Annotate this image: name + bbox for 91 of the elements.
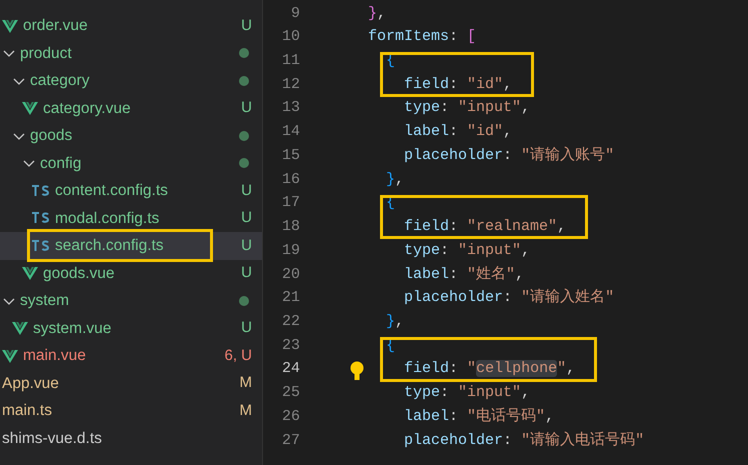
file-name: shims-vue.d.ts (2, 428, 102, 449)
status-dot (239, 130, 249, 141)
tree-row[interactable]: App.vue M (0, 370, 262, 397)
tree-row[interactable]: product (0, 40, 262, 67)
line-number: 15 (280, 146, 300, 166)
line-number: 13 (280, 98, 300, 118)
vue-file-icon (2, 348, 18, 363)
git-status: U (241, 98, 252, 118)
git-status: U (241, 208, 252, 228)
line-number: 19 (280, 240, 300, 261)
tree-row[interactable]: shims-vue.d.ts (0, 424, 262, 452)
tree-row[interactable]: main.vue 6, U (0, 342, 262, 370)
status-dot (239, 76, 249, 86)
ts-file-icon (32, 212, 50, 224)
code-line: }, (368, 4, 386, 24)
ts-file-icon (32, 184, 50, 197)
file-name: order.vue (23, 16, 88, 36)
file-name: main.vue (23, 346, 86, 366)
file-name: system.vue (33, 318, 112, 339)
line-number: 12 (280, 74, 300, 95)
vue-file-icon (2, 18, 18, 33)
git-status: 6, U (224, 346, 252, 366)
vue-file-icon (22, 266, 38, 280)
code-line: placeholder: "请输入电话号码" (403, 430, 644, 451)
code-line: placeholder: "请输入账号" (403, 146, 614, 166)
tree-row[interactable]: modal.config.ts U (0, 204, 262, 232)
code-line: label: "电话号码", (403, 406, 554, 427)
tree-row[interactable]: content.config.ts U (0, 177, 262, 204)
code-line: label: "id", (403, 122, 512, 142)
file-name: modal.config.ts (55, 208, 160, 229)
lightbulb-icon (349, 360, 365, 383)
git-status: U (241, 236, 252, 256)
status-dot (239, 158, 249, 168)
line-number: 17 (280, 193, 300, 214)
file-name: content.config.ts (55, 181, 168, 202)
git-status: U (241, 263, 252, 283)
tree-row[interactable]: category.vue U (0, 94, 262, 122)
line-number: 18 (280, 217, 300, 238)
tree-row[interactable]: goods.vue U (0, 260, 262, 287)
code-line: formItems: [ (368, 27, 476, 48)
line-number: 9 (290, 4, 300, 24)
file-name: category.vue (43, 98, 131, 119)
tree-row[interactable]: category (0, 67, 262, 94)
tree-row[interactable]: goods (0, 122, 262, 150)
code-line: field: "cellphone", (403, 359, 576, 380)
file-name: product (20, 44, 72, 64)
tree-row[interactable]: system (0, 287, 262, 314)
file-name: goods.vue (43, 264, 115, 284)
code-line: }, (385, 170, 404, 190)
vue-file-icon (12, 321, 28, 336)
file-name: config (40, 154, 82, 174)
git-status: U (241, 318, 252, 338)
line-number: 26 (280, 406, 300, 427)
code-line: label: "姓名", (403, 264, 524, 285)
line-number: 10 (280, 27, 300, 48)
status-dot (239, 48, 249, 58)
code-line: placeholder: "请输入姓名" (403, 288, 614, 308)
code-line: type: "input", (403, 98, 530, 118)
line-number: 11 (280, 51, 300, 72)
file-name: goods (30, 126, 72, 146)
code-line: field: "realname", (403, 217, 566, 238)
tree-row[interactable]: main.ts M (0, 397, 262, 424)
ts-file-icon (32, 240, 50, 252)
line-number: 27 (280, 430, 300, 451)
file-name: main.ts (2, 401, 52, 422)
code-line: type: "input", (403, 383, 530, 404)
line-number: 25 (280, 383, 300, 404)
line-number: 20 (280, 264, 300, 285)
git-status: M (240, 373, 252, 393)
status-dot (239, 296, 249, 306)
line-number: 21 (280, 288, 300, 308)
tree-row[interactable]: order.vue U (0, 12, 262, 40)
line-number: 24 (280, 359, 300, 380)
line-number: 14 (280, 122, 300, 142)
file-name: search.config.ts (55, 236, 164, 256)
line-number: 23 (280, 336, 300, 356)
git-status: U (241, 180, 252, 200)
code-line: field: "id", (403, 74, 512, 95)
code-line: type: "input", (403, 240, 530, 261)
git-status: U (241, 16, 252, 36)
git-status: M (240, 400, 252, 420)
line-number: 16 (280, 170, 300, 190)
file-name: category (30, 71, 90, 92)
tree-row[interactable]: search.config.ts U (0, 232, 262, 260)
tree-row[interactable]: config (0, 150, 262, 177)
file-name: App.vue (2, 374, 59, 394)
code-line: }, (385, 312, 404, 332)
file-name: system (20, 291, 70, 312)
vue-file-icon (22, 101, 38, 116)
line-number: 22 (280, 312, 300, 332)
tree-row[interactable]: system.vue U (0, 314, 262, 342)
